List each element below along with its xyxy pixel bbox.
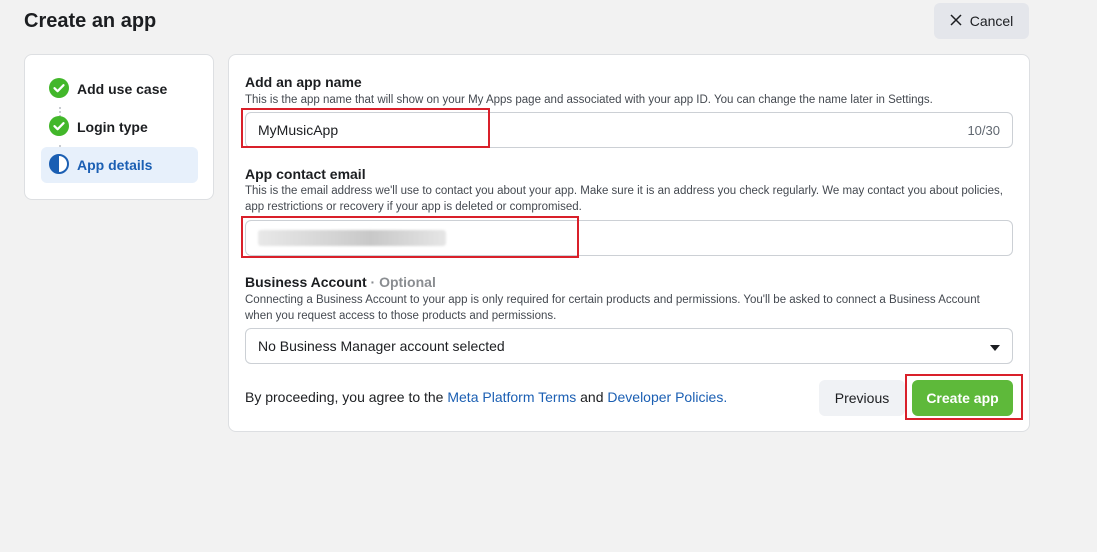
app-details-form: Add an app name This is the app name tha… (228, 54, 1030, 432)
business-account-label-text: Business Account (245, 274, 367, 290)
create-app-button[interactable]: Create app (912, 380, 1013, 416)
character-counter: 10/30 (967, 122, 1000, 138)
app-name-help: This is the app name that will show on y… (245, 94, 933, 106)
step-label: Add use case (77, 81, 168, 97)
step-label: Login type (77, 119, 148, 135)
redacted-email (258, 230, 446, 246)
app-name-input[interactable]: MyMusicApp 10/30 (245, 112, 1013, 148)
step-login-type[interactable]: Login type (41, 109, 198, 145)
previous-button[interactable]: Previous (819, 380, 905, 416)
caret-down-icon (990, 338, 1000, 354)
cancel-button[interactable]: Cancel (934, 3, 1029, 39)
contact-email-input[interactable] (245, 220, 1013, 256)
step-app-details[interactable]: App details (41, 147, 198, 183)
step-add-use-case[interactable]: Add use case (41, 71, 198, 107)
meta-platform-terms-link[interactable]: Meta Platform Terms (447, 389, 576, 405)
contact-email-label: App contact email (245, 166, 366, 182)
contact-email-help: This is the email address we'll use to c… (245, 185, 1003, 213)
optional-tag: · Optional (370, 274, 436, 290)
steps-sidebar: Add use case Login type App details (24, 54, 214, 200)
cancel-label: Cancel (969, 13, 1014, 29)
check-circle-icon (49, 115, 69, 139)
close-icon (950, 13, 962, 29)
terms-mid: and (576, 389, 608, 405)
half-circle-progress-icon (49, 153, 69, 177)
business-account-select[interactable]: No Business Manager account selected (245, 328, 1013, 364)
business-account-selected: No Business Manager account selected (258, 338, 505, 354)
terms-text: By proceeding, you agree to the Meta Pla… (245, 389, 727, 405)
developer-policies-link[interactable]: Developer Policies. (607, 389, 727, 405)
step-label: App details (77, 157, 153, 173)
business-account-help: Connecting a Business Account to your ap… (245, 294, 980, 322)
check-circle-icon (49, 77, 69, 101)
app-name-label: Add an app name (245, 74, 362, 90)
business-account-label: Business Account · Optional (245, 274, 436, 290)
page-title: Create an app (24, 10, 157, 32)
terms-prefix: By proceeding, you agree to the (245, 389, 448, 405)
app-name-value: MyMusicApp (258, 122, 339, 138)
